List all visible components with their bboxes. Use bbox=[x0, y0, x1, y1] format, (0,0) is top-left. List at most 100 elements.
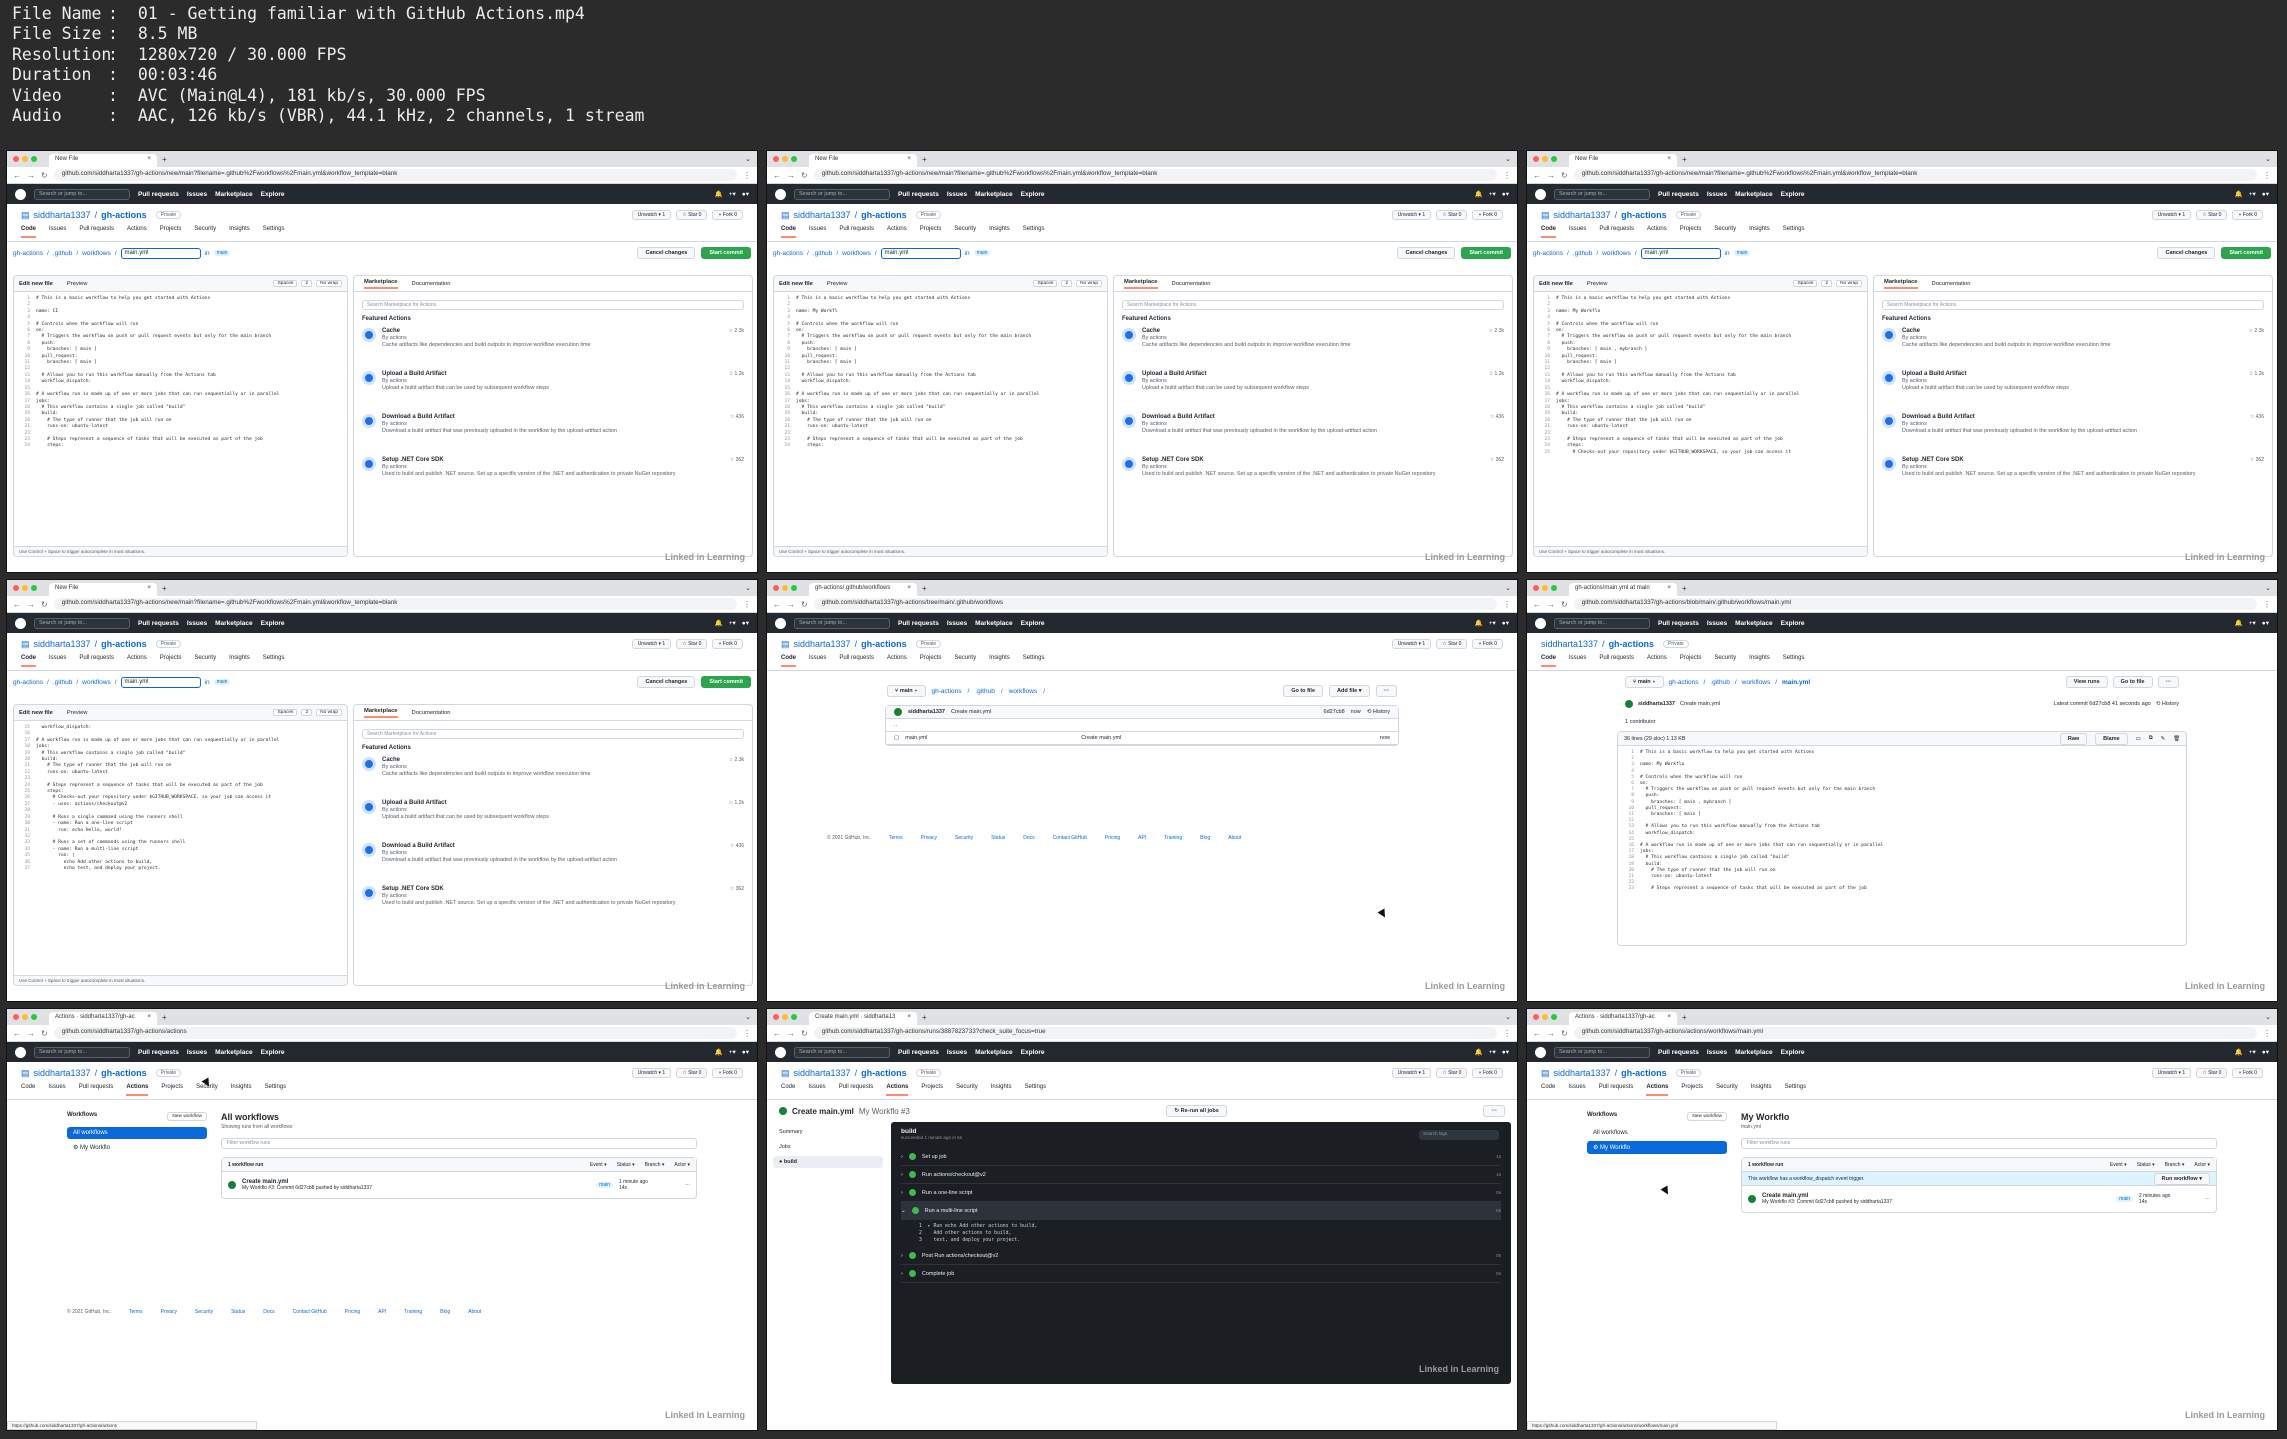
github-nav-issues[interactable]: Issues bbox=[1707, 1049, 1727, 1056]
watch-button[interactable]: Unwatch ▾ 1 bbox=[1391, 210, 1432, 220]
desktop-icon[interactable]: ▭ bbox=[2136, 736, 2141, 742]
marketplace-item-name[interactable]: Cache bbox=[382, 328, 723, 335]
repo-name[interactable]: gh-actions bbox=[101, 210, 147, 220]
footer-link[interactable]: Status bbox=[991, 835, 1005, 841]
github-nav-marketplace[interactable]: Marketplace bbox=[1735, 1049, 1773, 1056]
github-nav-explore[interactable]: Explore bbox=[1021, 1049, 1045, 1056]
tab-code[interactable]: Code bbox=[781, 655, 796, 667]
editor-option-select[interactable]: 2 bbox=[1061, 280, 1073, 287]
footer-link[interactable]: Training bbox=[404, 1309, 422, 1315]
notifications-icon[interactable]: 🔔 bbox=[1475, 619, 1483, 627]
editor-option-select[interactable]: No wrap bbox=[1076, 280, 1102, 287]
github-nav-pull-requests[interactable]: Pull requests bbox=[138, 191, 179, 198]
address-bar[interactable]: github.com/siddharta1337/gh-actions/new/… bbox=[53, 169, 737, 181]
star-button[interactable]: ☆ Star 0 bbox=[2196, 210, 2228, 220]
browser-tab[interactable]: Create main.yml · siddharta13 × bbox=[809, 1012, 917, 1025]
tab-issues[interactable]: Issues bbox=[49, 655, 66, 665]
tab-issues[interactable]: Issues bbox=[808, 1084, 825, 1094]
github-nav-pull-requests[interactable]: Pull requests bbox=[138, 1049, 179, 1056]
tab-settings[interactable]: Settings bbox=[1024, 1084, 1046, 1094]
file-commit-message[interactable]: Create main.yml bbox=[1081, 735, 1121, 741]
code-editor[interactable]: Edit new file Preview Spaces 2 No wrap 1 # Thi… bbox=[1533, 275, 1868, 557]
marketplace-item-name[interactable]: Download a Build Artifact bbox=[382, 843, 724, 850]
avatar[interactable]: ●▾ bbox=[1502, 619, 1509, 627]
github-search-input[interactable]: Search or jump to... bbox=[1554, 1046, 1650, 1058]
job-step[interactable]: › Complete job 0s bbox=[901, 1265, 1501, 1283]
code-content[interactable]: 1 # This is a basic workflow to help you … bbox=[1534, 292, 1867, 456]
minimize-window-icon[interactable] bbox=[782, 585, 788, 591]
github-nav-pull-requests[interactable]: Pull requests bbox=[898, 1049, 939, 1056]
breadcrumb-part[interactable]: gh-actions bbox=[13, 250, 43, 257]
extensions-icon[interactable]: ⋮ bbox=[743, 1029, 751, 1038]
tab-close-icon[interactable]: × bbox=[1667, 156, 1671, 165]
more-icon[interactable]: ··· bbox=[1483, 1105, 1505, 1117]
tab-marketplace[interactable]: Marketplace bbox=[1124, 279, 1158, 289]
marketplace-item-name[interactable]: Cache bbox=[382, 757, 723, 764]
github-nav-explore[interactable]: Explore bbox=[1781, 191, 1805, 198]
watch-button[interactable]: Unwatch ▾ 1 bbox=[2151, 210, 2192, 220]
reload-icon[interactable]: ↻ bbox=[1561, 171, 1568, 180]
star-button[interactable]: ☆ Star 0 bbox=[1436, 210, 1468, 220]
tab-code[interactable]: Code bbox=[21, 1084, 35, 1094]
marketplace-item-name[interactable]: Upload a Build Artifact bbox=[382, 800, 723, 807]
star-button[interactable]: ☆ Star 0 bbox=[676, 210, 708, 220]
repo-name[interactable]: gh-actions bbox=[101, 639, 147, 649]
latest-commit[interactable]: Latest commit 6d27cb8 41 seconds ago bbox=[2054, 701, 2151, 707]
zoom-window-icon[interactable] bbox=[791, 1014, 797, 1020]
notifications-icon[interactable]: 🔔 bbox=[2235, 190, 2243, 198]
close-window-icon[interactable] bbox=[13, 1014, 19, 1020]
fork-button[interactable]: ⑂ Fork 0 bbox=[1472, 1068, 1503, 1078]
marketplace-item[interactable]: Cache By actions Cache artifacts like depe… bbox=[1114, 324, 1512, 367]
tab-settings[interactable]: Settings bbox=[1023, 655, 1045, 665]
github-search-input[interactable]: Search or jump to... bbox=[1554, 188, 1650, 200]
address-bar[interactable]: github.com/siddharta1337/gh-actions/acti… bbox=[53, 1027, 737, 1039]
zoom-window-icon[interactable] bbox=[31, 1014, 37, 1020]
fork-button[interactable]: ⑂ Fork 0 bbox=[2232, 1068, 2263, 1078]
go-to-file-button[interactable]: Go to file bbox=[2112, 676, 2153, 688]
marketplace-item[interactable]: Upload a Build Artifact By actions Upload … bbox=[354, 796, 752, 839]
avatar[interactable]: ●▾ bbox=[742, 1048, 749, 1056]
tab-actions[interactable]: Actions bbox=[1646, 1084, 1669, 1096]
tab-insights[interactable]: Insights bbox=[229, 226, 250, 236]
new-tab-icon[interactable]: + bbox=[1682, 584, 1687, 593]
editor-option-select[interactable]: 2 bbox=[301, 280, 313, 287]
breadcrumb-part[interactable]: .github bbox=[53, 679, 73, 686]
notifications-icon[interactable]: 🔔 bbox=[2235, 619, 2243, 627]
github-nav-pull-requests[interactable]: Pull requests bbox=[138, 620, 179, 627]
minimize-window-icon[interactable] bbox=[22, 156, 28, 162]
close-window-icon[interactable] bbox=[1533, 156, 1539, 162]
repo-name[interactable]: gh-actions bbox=[861, 639, 907, 649]
footer-link[interactable]: API bbox=[378, 1309, 386, 1315]
new-workflow-button[interactable]: New workflow bbox=[1687, 1112, 1727, 1121]
reload-icon[interactable]: ↻ bbox=[1561, 600, 1568, 609]
github-nav-pull-requests[interactable]: Pull requests bbox=[1658, 191, 1699, 198]
forward-icon[interactable]: → bbox=[1547, 171, 1555, 180]
repo-name[interactable]: gh-actions bbox=[1609, 639, 1655, 649]
search-logs-input[interactable]: Search logs bbox=[1419, 1130, 1499, 1140]
filter-branch[interactable]: Branch ▾ bbox=[645, 1162, 665, 1168]
tab-code[interactable]: Code bbox=[781, 1084, 795, 1094]
tab-edit-new-file[interactable]: Edit new file bbox=[19, 281, 53, 287]
tab-issues[interactable]: Issues bbox=[1569, 226, 1586, 236]
github-nav-explore[interactable]: Explore bbox=[261, 620, 285, 627]
forward-icon[interactable]: → bbox=[27, 600, 35, 609]
filter-runs-input[interactable]: Filter workflow runs bbox=[221, 1138, 697, 1149]
tab-actions[interactable]: Actions bbox=[886, 1084, 909, 1096]
run-branch[interactable]: main bbox=[596, 1182, 613, 1188]
new-tab-icon[interactable]: + bbox=[922, 584, 927, 593]
marketplace-item[interactable]: Cache By actions Cache artifacts like depe… bbox=[1874, 324, 2272, 367]
reload-icon[interactable]: ↻ bbox=[41, 600, 48, 609]
watch-button[interactable]: Unwatch ▾ 1 bbox=[631, 639, 672, 649]
start-commit-button[interactable]: Start commit bbox=[701, 676, 751, 688]
footer-link[interactable]: Pricing bbox=[345, 1309, 360, 1315]
breadcrumb-part[interactable]: .github bbox=[813, 250, 833, 257]
marketplace-item-name[interactable]: Setup .NET Core SDK bbox=[382, 886, 724, 893]
tab-code[interactable]: Code bbox=[781, 226, 796, 238]
tab-pull-requests[interactable]: Pull requests bbox=[1599, 655, 1634, 665]
marketplace-item-name[interactable]: Upload a Build Artifact bbox=[1142, 371, 1483, 378]
breadcrumb-part[interactable]: workflows bbox=[1009, 688, 1038, 695]
editor-option-select[interactable]: Spaces bbox=[1033, 280, 1058, 287]
all-workflows-link[interactable]: All workflows bbox=[67, 1127, 207, 1139]
marketplace-item-name[interactable]: Upload a Build Artifact bbox=[1902, 371, 2243, 378]
tab-security[interactable]: Security bbox=[954, 655, 976, 665]
